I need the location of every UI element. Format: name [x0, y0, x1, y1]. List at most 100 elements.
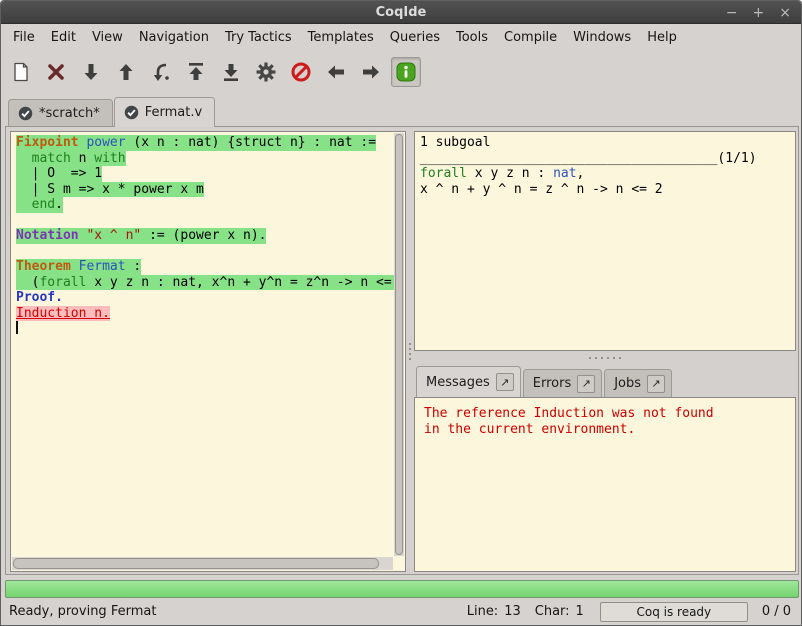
tab-errors[interactable]: Errors ↗	[523, 369, 602, 397]
splitter-dot	[409, 343, 411, 345]
splitter-dot	[607, 357, 609, 359]
code-line: match n with	[16, 151, 394, 167]
code-line	[16, 321, 394, 337]
coq-status: Coq is ready	[600, 602, 748, 622]
close-button[interactable]: ×	[779, 6, 791, 20]
splitter-dot	[409, 348, 411, 350]
maximize-button[interactable]: +	[753, 6, 765, 20]
editor-horizontal-scrollbar[interactable]	[12, 557, 393, 570]
minimize-button[interactable]: −	[726, 6, 738, 20]
splitter-dot	[619, 357, 621, 359]
goals-pane: 1 subgoal_______________________________…	[414, 131, 796, 351]
arrow-left-icon	[325, 61, 347, 83]
main-area: Fixpoint power (x n : nat) {struct n} : …	[5, 126, 799, 575]
menu-navigation[interactable]: Navigation	[131, 26, 217, 49]
interrupt-button[interactable]	[286, 57, 316, 87]
code-line: Notation "x ^ n" := (power x n).	[16, 228, 394, 244]
preferences-button[interactable]	[251, 57, 281, 87]
script-editor-pane: Fixpoint power (x n : nat) {struct n} : …	[10, 131, 406, 572]
tab-label: Jobs	[614, 376, 641, 391]
step-forward-button[interactable]	[76, 57, 106, 87]
new-file-button[interactable]	[6, 57, 36, 87]
scrollbar-thumb[interactable]	[395, 134, 403, 555]
cross-icon	[45, 61, 67, 83]
run-to-end-button[interactable]	[216, 57, 246, 87]
line-value: 13	[504, 604, 521, 619]
tab-messages[interactable]: Messages ↗	[416, 366, 521, 397]
code-line: | O => 1	[16, 166, 394, 182]
gear-icon	[255, 61, 277, 83]
statusbar: Ready, proving Fermat Line: 13 Char: 1 C…	[1, 598, 801, 625]
toolbar	[1, 51, 801, 93]
menubar: FileEditViewNavigationTry TacticsTemplat…	[1, 24, 801, 51]
restart-to-top-button[interactable]	[181, 57, 211, 87]
tab-fermat.v[interactable]: Fermat.v	[114, 97, 215, 127]
detach-icon[interactable]: ↗	[496, 373, 514, 391]
splitter-dot	[595, 357, 597, 359]
vertical-splitter[interactable]	[406, 131, 414, 572]
menu-windows[interactable]: Windows	[565, 26, 639, 49]
status-text: Ready, proving Fermat	[9, 604, 453, 619]
menu-view[interactable]: View	[84, 26, 131, 49]
goals-view: 1 subgoal_______________________________…	[415, 132, 795, 350]
file-tabbar: *scratch* Fermat.v	[1, 93, 801, 126]
editor-vertical-scrollbar[interactable]	[394, 133, 404, 556]
splitter-dot	[409, 353, 411, 355]
code-line: end.	[16, 197, 394, 213]
message-line: in the current environment.	[424, 422, 786, 438]
line-label: Line:	[467, 604, 498, 619]
close-buffer-button[interactable]	[41, 57, 71, 87]
coqide-window: CoqIde − + × FileEditViewNavigationTry T…	[0, 0, 802, 626]
text-caret	[16, 321, 18, 334]
menu-tools[interactable]: Tools	[448, 26, 496, 49]
code-line	[16, 244, 394, 260]
window-controls: − + ×	[726, 1, 791, 24]
code-line: x ^ n + y ^ n = z ^ n -> n <= 2	[420, 182, 795, 198]
tab-scratch[interactable]: *scratch*	[8, 99, 113, 126]
arrow-hook-icon	[150, 61, 172, 83]
navigate-forward-button[interactable]	[356, 57, 386, 87]
messages-pane: The reference Induction was not foundin …	[414, 397, 796, 572]
code-line: Theorem Fermat :	[16, 259, 394, 275]
step-backward-button[interactable]	[111, 57, 141, 87]
arrow-down-bar-icon	[220, 61, 242, 83]
info-icon	[395, 61, 417, 83]
code-line	[16, 213, 394, 229]
tab-label: *scratch*	[39, 106, 100, 121]
detach-icon[interactable]: ↗	[647, 375, 665, 393]
code-line: | S m => x * power x m	[16, 182, 394, 198]
code-line: Induction n.	[16, 306, 394, 322]
code-line: ______________________________________(1…	[420, 151, 795, 167]
message-tabbar: Messages ↗ Errors ↗ Jobs ↗	[414, 363, 796, 397]
check-circle-icon	[18, 106, 33, 121]
tab-label: Errors	[533, 376, 571, 391]
arrow-up-bar-icon	[185, 61, 207, 83]
about-info-button[interactable]	[391, 57, 421, 87]
menu-file[interactable]: File	[5, 26, 43, 49]
code-line: 1 subgoal	[420, 135, 795, 151]
scrollbar-thumb[interactable]	[13, 558, 379, 569]
menu-help[interactable]: Help	[639, 26, 685, 49]
menu-try-tactics[interactable]: Try Tactics	[217, 26, 300, 49]
splitter-dot	[589, 357, 591, 359]
tab-jobs[interactable]: Jobs ↗	[604, 369, 672, 397]
arrow-right-icon	[360, 61, 382, 83]
window-title: CoqIde	[1, 5, 801, 20]
navigate-back-button[interactable]	[321, 57, 351, 87]
menu-compile[interactable]: Compile	[496, 26, 565, 49]
menu-templates[interactable]: Templates	[300, 26, 382, 49]
task-counter: 0 / 0	[762, 604, 791, 619]
message-line: The reference Induction was not found	[424, 406, 786, 422]
code-line: (forall x y z n : nat, x^n + y^n = z^n -…	[16, 275, 394, 291]
script-editor[interactable]: Fixpoint power (x n : nat) {struct n} : …	[11, 132, 394, 557]
code-line: Fixpoint power (x n : nat) {struct n} : …	[16, 135, 394, 151]
menu-edit[interactable]: Edit	[43, 26, 84, 49]
tab-label: Messages	[426, 375, 490, 390]
detach-icon[interactable]: ↗	[577, 375, 595, 393]
arrow-up-icon	[115, 61, 137, 83]
menu-queries[interactable]: Queries	[382, 26, 448, 49]
titlebar: CoqIde − + ×	[1, 1, 801, 24]
go-to-cursor-button[interactable]	[146, 57, 176, 87]
new-page-icon	[10, 61, 32, 83]
progress-bar	[5, 580, 799, 598]
